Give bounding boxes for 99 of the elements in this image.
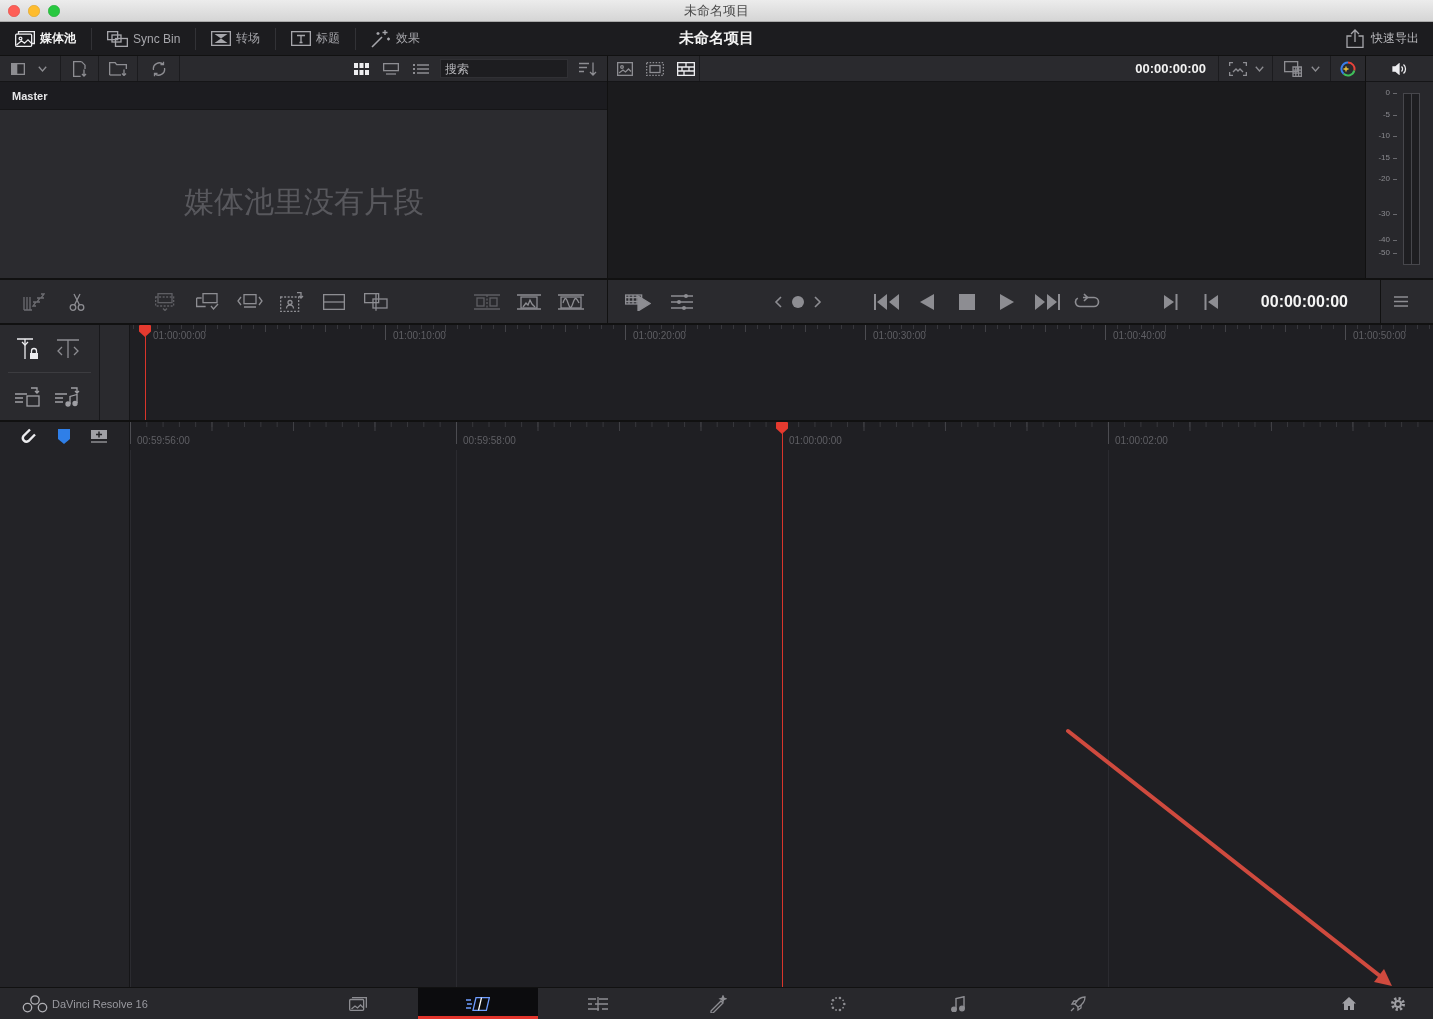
transport-timecode: 00:00:00:00 (1260, 292, 1348, 311)
speaker-icon[interactable] (1392, 62, 1407, 75)
dotted-circle-icon[interactable] (830, 995, 846, 1012)
pin-lock-icon[interactable] (16, 337, 40, 360)
histogram-frame-icon[interactable] (517, 293, 541, 310)
project-title: 未命名项目 (679, 29, 754, 48)
timecode-label: 01:00:50:00 (1353, 330, 1406, 341)
split-arrows-icon[interactable] (56, 338, 80, 359)
timecode-label: 01:00:02:00 (1115, 435, 1168, 446)
window-title: 未命名项目 (684, 1, 749, 20)
panel-toggle-icon[interactable] (11, 62, 25, 75)
play-icon[interactable] (1000, 293, 1014, 310)
timecode-label: 01:00:00:00 (789, 435, 842, 446)
close-button[interactable] (8, 4, 20, 17)
upload-icon[interactable] (1346, 29, 1364, 48)
logo-icon (22, 994, 48, 1013)
filmstrip-play-icon[interactable] (625, 292, 651, 311)
panel-button[interactable]: 转场 (196, 26, 276, 51)
page-tab[interactable] (418, 988, 538, 1019)
timecode-label: 00:59:56:00 (137, 435, 190, 446)
dot-icon[interactable] (792, 295, 804, 308)
panel-button[interactable]: Sync Bin (92, 26, 196, 51)
meter-scale-label: -10 (1378, 131, 1390, 141)
photo-frame-icon[interactable] (617, 61, 633, 76)
bin-name[interactable]: Master (12, 89, 48, 102)
meter-scale-label: -50 (1378, 248, 1390, 258)
import-folder-icon[interactable] (109, 61, 127, 76)
playhead-handle[interactable] (139, 325, 151, 337)
caret-icon[interactable] (1255, 65, 1264, 72)
music-note-icon[interactable] (951, 995, 965, 1012)
timecode-label: 01:00:40:00 (1113, 330, 1166, 341)
stop-icon[interactable] (959, 293, 975, 310)
skip-forward-icon[interactable] (1034, 292, 1060, 311)
add-track-icon[interactable] (91, 429, 107, 443)
hourglass-frame-icon[interactable] (211, 31, 232, 46)
timecode-label: 00:59:58:00 (463, 435, 516, 446)
play-reverse-icon[interactable] (920, 293, 934, 310)
timecode-label: 01:00:00:00 (153, 330, 206, 341)
skip-back-icon[interactable] (874, 292, 900, 311)
meter-scale-label: -5 (1382, 110, 1390, 120)
pen-icon[interactable] (709, 994, 727, 1013)
mark-out-icon[interactable] (1164, 293, 1178, 310)
lines-note-icon[interactable] (55, 386, 81, 407)
playhead-handle[interactable] (776, 422, 788, 434)
fast-frame-icon[interactable] (466, 996, 490, 1011)
rocket-icon[interactable] (1070, 995, 1086, 1012)
sliders-icon[interactable] (671, 293, 693, 310)
caret-icon[interactable] (1311, 65, 1320, 72)
sync-icon[interactable] (150, 60, 167, 77)
grid-view-icon[interactable] (354, 62, 369, 75)
strip-view-icon[interactable] (383, 62, 399, 75)
scissors-icon[interactable] (69, 292, 85, 311)
lines-frame-icon[interactable] (15, 386, 41, 407)
dashed-frame-icon[interactable] (646, 61, 664, 76)
viewer-timecode: 00:00:00:00 (1135, 61, 1206, 76)
import-file-icon[interactable] (72, 60, 87, 77)
text-frame-icon[interactable] (291, 31, 312, 46)
shield-icon[interactable] (58, 428, 70, 444)
split-frame-icon[interactable] (323, 293, 345, 310)
timecode-label: 01:00:20:00 (633, 330, 686, 341)
timecode-label: 01:00:30:00 (873, 330, 926, 341)
menu-icon[interactable] (1394, 296, 1408, 307)
settings-icon[interactable] (1391, 996, 1405, 1011)
meter-scale-label: 0 (1385, 88, 1390, 98)
chevron-right-icon[interactable] (814, 295, 822, 308)
magic-wand-icon[interactable] (371, 29, 392, 48)
meter-scale-label: -30 (1378, 209, 1390, 219)
panel-button[interactable]: 效果 (356, 26, 436, 51)
frame-divider-icon[interactable] (364, 292, 388, 311)
panel-button[interactable]: 标题 (276, 26, 356, 51)
meter-scale-label: -20 (1378, 174, 1390, 184)
mark-in-icon[interactable] (1204, 293, 1218, 310)
frame-check-icon[interactable] (196, 292, 220, 311)
stacked-windows-icon[interactable] (107, 30, 128, 47)
search-field[interactable]: 搜索 (440, 59, 568, 78)
color-wheel-icon[interactable] (1340, 60, 1356, 77)
meter-scale-label: -40 (1378, 235, 1390, 245)
monitor-grid-icon[interactable] (1284, 60, 1302, 77)
photo-icon[interactable] (15, 30, 35, 47)
photo-card-icon[interactable] (349, 996, 367, 1011)
export-button[interactable]: 快速导出 (1346, 29, 1419, 48)
caret-icon[interactable] (38, 65, 47, 72)
panel-button[interactable]: 媒体池 (0, 26, 91, 51)
frame-arrows-icon[interactable] (237, 293, 263, 310)
wave-frame-icon[interactable] (558, 293, 584, 310)
chevron-left-icon[interactable] (774, 295, 782, 308)
home-icon[interactable] (1342, 997, 1356, 1010)
timeline-blocks-icon[interactable] (677, 61, 695, 76)
magnet-icon[interactable] (20, 428, 36, 444)
frame-person-icon[interactable] (280, 291, 304, 312)
list-view-icon[interactable] (413, 62, 429, 75)
app-name: DaVinci Resolve 16 (52, 997, 148, 1010)
timecode-label: 01:00:10:00 (393, 330, 446, 341)
meter-scale-label: -15 (1378, 153, 1390, 163)
corners-photo-icon[interactable] (1229, 61, 1247, 76)
timeline-icon[interactable] (588, 996, 608, 1011)
stacked-frames-icon[interactable] (155, 292, 177, 311)
sort-icon[interactable] (579, 61, 597, 76)
sleep-icon[interactable] (23, 292, 45, 311)
